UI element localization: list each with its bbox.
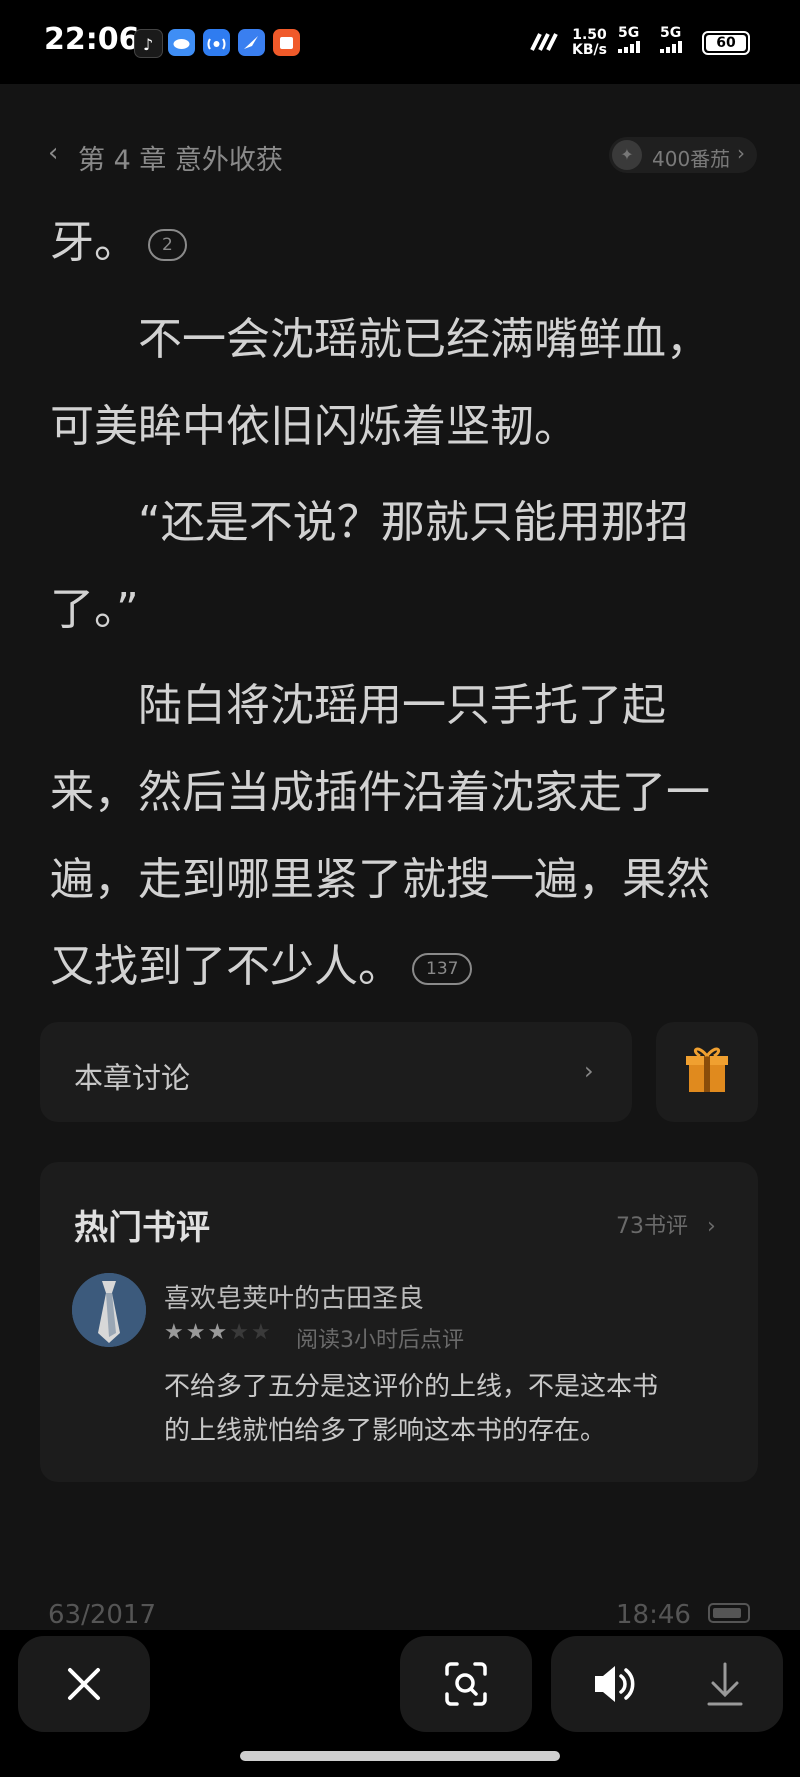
text-line: 又找到了不少人。 137 (50, 930, 473, 994)
close-button[interactable] (18, 1636, 150, 1732)
network-speed: 1.50 KB/s (572, 28, 607, 58)
text-line: 不一会沈瑶就已经满嘴鲜血， (50, 314, 710, 365)
shopping-app-icon (273, 29, 300, 56)
hot-reviews-title: 热门书评 (74, 1208, 210, 1248)
chevron-right-icon: › (737, 141, 745, 165)
close-icon (68, 1668, 100, 1700)
chevron-right-icon: › (584, 1057, 594, 1085)
chevron-right-icon: › (707, 1214, 716, 1239)
broadcast-app-icon (203, 29, 230, 56)
star-filled-icon: ★ (185, 1320, 208, 1345)
sim1-signal: 5G (618, 26, 644, 57)
screen-scan-icon (445, 1662, 487, 1706)
reader-clock: 18:46 (616, 1600, 691, 1630)
text-line: 来，然后当成插件沿着沈家走了一 (50, 767, 710, 818)
home-indicator[interactable] (240, 1751, 560, 1761)
battery-icon: 60 (702, 31, 750, 55)
star-filled-icon: ★ (207, 1320, 230, 1345)
text-line: 牙。 2 (50, 206, 187, 270)
back-chevron-icon[interactable]: ‹ (48, 138, 58, 168)
review-count: 73书评 (616, 1214, 688, 1239)
sim1-label: 5G (618, 25, 640, 41)
text-line: 可美眸中依旧闪烁着坚韧。 (50, 401, 578, 452)
speaker-icon[interactable] (551, 1636, 667, 1732)
gift-icon (686, 1047, 728, 1092)
chapter-discussion-label: 本章讨论 (74, 1061, 191, 1095)
status-time: 22:06 (44, 22, 140, 57)
comment-bubble[interactable]: 2 (148, 229, 187, 261)
signal-bars-icon (618, 41, 640, 53)
cloud-app-icon (168, 29, 195, 56)
rating-stars: ★★★★★ (164, 1320, 273, 1345)
svg-text:♪: ♪ (143, 35, 153, 54)
audio-download-group (551, 1636, 783, 1732)
text-line: 遍，走到哪里紧了就搜一遍，果然 (50, 854, 710, 905)
network-speed-icon (528, 32, 562, 56)
star-empty-icon: ★ (229, 1320, 251, 1345)
coin-balance: 400番茄 (652, 147, 731, 171)
gift-button[interactable] (656, 1022, 758, 1122)
review-text: 的上线就怕给多了影响这本书的存在。 (164, 1416, 607, 1446)
text-line: 了。” (50, 584, 139, 635)
avatar[interactable] (72, 1273, 146, 1347)
review-text: 不给多了五分是这评价的上线，不是这本书 (164, 1372, 659, 1402)
chapter-title[interactable]: 第 4 章 意外收获 (78, 138, 283, 177)
sim2-label: 5G (660, 25, 682, 41)
comment-bubble[interactable]: 137 (412, 953, 473, 985)
star-empty-icon: ★ (250, 1320, 273, 1345)
coin-icon: ✦ (612, 140, 642, 170)
review-count-link[interactable]: 73书评 › (616, 1208, 716, 1240)
tiktok-app-icon: ♪ (134, 29, 163, 58)
network-speed-value: 1.50 (572, 27, 607, 43)
text-line: “还是不说？那就只能用那招 (50, 497, 689, 548)
status-bar: 22:06 ♪ 1.50 KB/s 5G 5G 60 (0, 0, 800, 84)
sim2-signal: 5G (660, 26, 690, 57)
network-speed-unit: KB/s (572, 42, 607, 58)
text-line-content: 牙。 (50, 217, 138, 268)
page-indicator: 63/2017 (48, 1600, 157, 1630)
review-time: 阅读3小时后点评 (296, 1328, 464, 1353)
screen-scan-button[interactable] (400, 1636, 532, 1732)
battery-level: 60 (706, 35, 746, 51)
feather-app-icon (238, 29, 265, 56)
reviewer-name[interactable]: 喜欢皂荚叶的古田圣良 (164, 1278, 424, 1315)
text-line-content: 又找到了不少人。 (50, 941, 402, 992)
download-icon[interactable] (667, 1636, 783, 1732)
star-filled-icon: ★ (164, 1320, 186, 1345)
battery-icon (708, 1603, 750, 1623)
text-line: 陆白将沈瑶用一只手托了起 (50, 680, 666, 731)
signal-bars-icon (660, 41, 682, 53)
